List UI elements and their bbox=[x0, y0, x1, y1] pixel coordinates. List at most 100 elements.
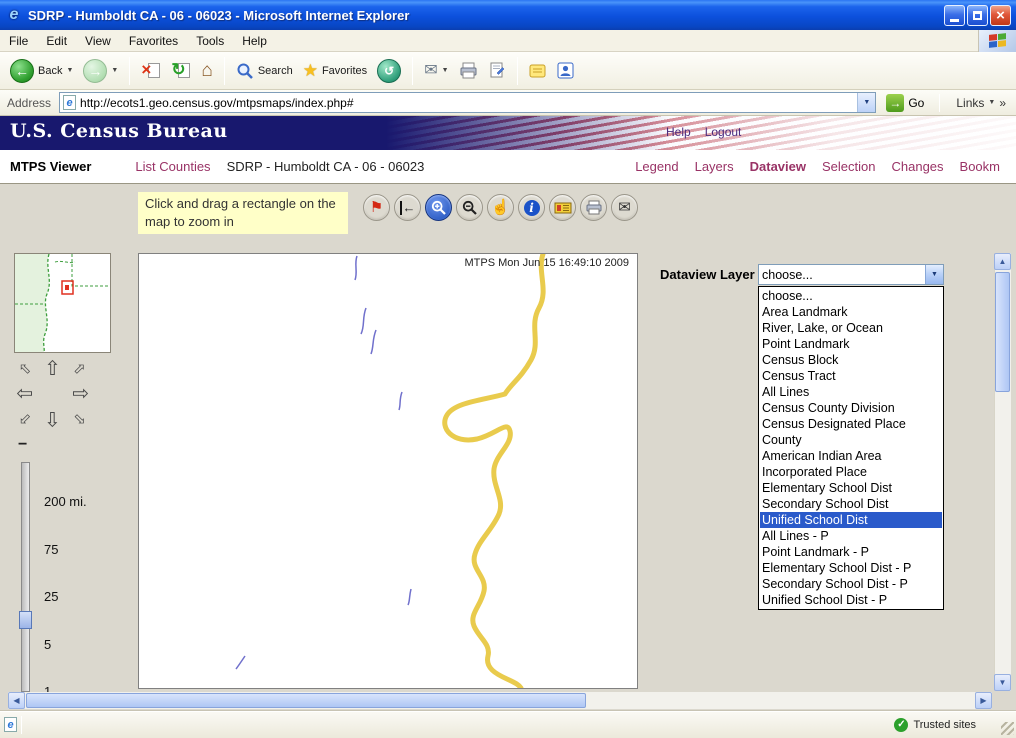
menu-file[interactable]: File bbox=[0, 31, 37, 51]
vertical-scroll-thumb[interactable] bbox=[995, 272, 1010, 392]
forward-button[interactable]: → ▼ bbox=[79, 57, 122, 85]
scroll-right-button[interactable]: ▶ bbox=[975, 692, 992, 709]
pan-southwest-button[interactable]: ⇧ bbox=[12, 406, 39, 431]
refresh-button[interactable]: ↻ bbox=[167, 59, 195, 83]
menu-help[interactable]: Help bbox=[233, 31, 276, 51]
pan-northwest-button[interactable]: ⇧ bbox=[12, 356, 39, 381]
dataview-option[interactable]: Point Landmark - P bbox=[760, 544, 942, 560]
pan-east-button[interactable]: ⇧ bbox=[66, 381, 93, 406]
combo-dropdown-icon[interactable]: ▼ bbox=[925, 265, 943, 284]
edit-button[interactable] bbox=[485, 60, 510, 81]
back-label: Back bbox=[38, 65, 62, 77]
dataview-option[interactable]: Census Tract bbox=[760, 368, 942, 384]
edit-icon bbox=[489, 62, 506, 79]
mail-button[interactable]: ✉ ▼ bbox=[420, 60, 452, 82]
map-tool-measure[interactable] bbox=[549, 194, 576, 221]
list-counties-link[interactable]: List Counties bbox=[135, 159, 210, 174]
dataview-option[interactable]: Census Block bbox=[760, 352, 942, 368]
pan-west-button[interactable]: ⇧ bbox=[12, 381, 39, 406]
scroll-down-button[interactable]: ▼ bbox=[994, 674, 1011, 691]
menu-view[interactable]: View bbox=[76, 31, 120, 51]
dataview-option[interactable]: Census County Division bbox=[760, 400, 942, 416]
dataview-option[interactable]: Elementary School Dist bbox=[760, 480, 942, 496]
map-canvas[interactable]: MTPS Mon Jun 15 16:49:10 2009 bbox=[138, 253, 638, 689]
pan-south-button[interactable]: ⇧ bbox=[39, 406, 66, 431]
dataview-option[interactable]: American Indian Area bbox=[760, 448, 942, 464]
pan-southeast-button[interactable]: ⇧ bbox=[66, 406, 93, 431]
dataview-option[interactable]: choose... bbox=[760, 288, 942, 304]
map-tool-info[interactable]: i bbox=[518, 194, 545, 221]
dataview-option[interactable]: All Lines bbox=[760, 384, 942, 400]
dataview-layer-select[interactable]: choose... ▼ bbox=[758, 264, 944, 285]
dataview-option[interactable]: Elementary School Dist - P bbox=[760, 560, 942, 576]
favorites-button[interactable]: ★ Favorites bbox=[299, 60, 372, 82]
history-button[interactable]: ↺ bbox=[373, 57, 405, 85]
nav-link-legend[interactable]: Legend bbox=[635, 159, 678, 174]
nav-link-layers[interactable]: Layers bbox=[695, 159, 734, 174]
resize-grip[interactable] bbox=[1001, 722, 1014, 735]
home-button[interactable]: ⌂ bbox=[197, 59, 216, 83]
messenger-button[interactable] bbox=[553, 60, 578, 81]
nav-link-changes[interactable]: Changes bbox=[891, 159, 943, 174]
map-tool-initial-extent[interactable]: ⚑ bbox=[363, 194, 390, 221]
map-tool-email-map[interactable]: ✉ bbox=[611, 194, 638, 221]
zoom-in-icon bbox=[431, 200, 447, 216]
nav-link-selection[interactable]: Selection bbox=[822, 159, 875, 174]
close-button[interactable]: × bbox=[990, 5, 1011, 26]
map-tool-previous-view[interactable]: ← bbox=[394, 194, 421, 221]
links-toolbar[interactable]: Links ▼ » bbox=[950, 96, 1012, 110]
print-button[interactable] bbox=[455, 60, 483, 81]
nav-link-dataview[interactable]: Dataview bbox=[750, 159, 806, 174]
horizontal-scroll-thumb[interactable] bbox=[26, 693, 586, 708]
menu-favorites[interactable]: Favorites bbox=[120, 31, 187, 51]
map-tool-zoom-out[interactable] bbox=[456, 194, 483, 221]
dataview-option[interactable]: County bbox=[760, 432, 942, 448]
menu-edit[interactable]: Edit bbox=[37, 31, 76, 51]
dataview-option[interactable]: Area Landmark bbox=[760, 304, 942, 320]
nav-link-bookmarks[interactable]: Bookm bbox=[960, 159, 1000, 174]
pan-north-button[interactable]: ⇧ bbox=[39, 356, 66, 381]
go-label: Go bbox=[908, 96, 924, 110]
address-input[interactable]: e http://ecots1.geo.census.gov/mtpsmaps/… bbox=[59, 92, 876, 113]
go-button[interactable]: → Go bbox=[881, 93, 929, 113]
vertical-scrollbar[interactable]: ▲ ▼ bbox=[994, 253, 1011, 691]
discuss-icon bbox=[529, 63, 547, 79]
dataview-option[interactable]: Census Designated Place bbox=[760, 416, 942, 432]
dataview-option[interactable]: Secondary School Dist bbox=[760, 496, 942, 512]
back-button[interactable]: ← Back ▼ bbox=[6, 57, 77, 85]
stop-button[interactable]: × bbox=[137, 59, 165, 83]
map-tool-zoom-in[interactable] bbox=[425, 194, 452, 221]
scroll-left-button[interactable]: ◀ bbox=[8, 692, 25, 709]
map-tool-print-map[interactable] bbox=[580, 194, 607, 221]
discuss-button[interactable] bbox=[525, 61, 551, 81]
help-link[interactable]: Help bbox=[666, 125, 691, 139]
menu-tools[interactable]: Tools bbox=[187, 31, 233, 51]
map-tool-pan[interactable]: ☝ bbox=[487, 194, 514, 221]
dataview-option[interactable]: Unified School Dist - P bbox=[760, 592, 942, 608]
pan-center-spacer bbox=[39, 381, 66, 406]
zoom-slider-thumb[interactable] bbox=[19, 611, 32, 629]
pan-northeast-button[interactable]: ⇧ bbox=[66, 356, 93, 381]
dataview-option[interactable]: Unified School Dist bbox=[760, 512, 942, 528]
back-icon: ← bbox=[10, 59, 34, 83]
dataview-option[interactable]: River, Lake, or Ocean bbox=[760, 320, 942, 336]
dataview-option[interactable]: Incorporated Place bbox=[760, 464, 942, 480]
maximize-button[interactable] bbox=[967, 5, 988, 26]
horizontal-scrollbar[interactable]: ◀ ▶ bbox=[8, 692, 992, 709]
dataview-option[interactable]: All Lines - P bbox=[760, 528, 942, 544]
scale-label: 200 mi. bbox=[44, 494, 87, 509]
home-icon: ⌂ bbox=[201, 61, 212, 81]
dataview-layer-label: Dataview Layer bbox=[660, 267, 755, 282]
logout-link[interactable]: Logout bbox=[705, 125, 742, 139]
dataview-option[interactable]: Point Landmark bbox=[760, 336, 942, 352]
favorites-star-icon: ★ bbox=[303, 62, 318, 80]
zoom-slider-track[interactable] bbox=[21, 462, 30, 692]
scale-label: 5 bbox=[44, 637, 51, 652]
zoom-out-minus-label[interactable]: − bbox=[18, 436, 27, 454]
scroll-up-button[interactable]: ▲ bbox=[994, 253, 1011, 270]
minimize-button[interactable] bbox=[944, 5, 965, 26]
address-dropdown-button[interactable]: ▼ bbox=[857, 93, 875, 112]
search-button[interactable]: Search bbox=[232, 60, 297, 82]
dataview-option[interactable]: Secondary School Dist - P bbox=[760, 576, 942, 592]
overview-map[interactable] bbox=[14, 253, 111, 353]
